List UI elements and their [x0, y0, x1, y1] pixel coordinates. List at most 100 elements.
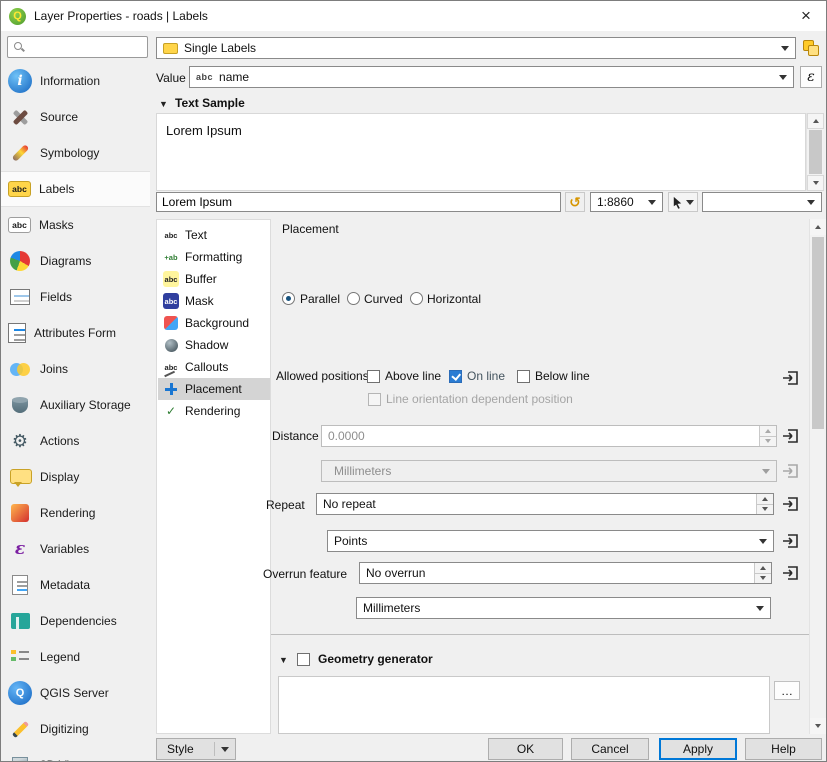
collapse-triangle-icon[interactable]: ▼	[279, 655, 288, 665]
sidebar-item-3d-view[interactable]: 3D View	[1, 747, 150, 762]
sidebar-item-rendering[interactable]: Rendering	[1, 495, 150, 531]
line-orientation-checkbox[interactable]	[368, 393, 381, 406]
sidebar-item-fields[interactable]: Fields	[1, 279, 150, 315]
help-button[interactable]: Help	[745, 738, 822, 760]
data-defined-override-icon	[781, 462, 801, 480]
scroll-thumb[interactable]	[812, 237, 824, 429]
tab-mask[interactable]: abcMask	[158, 290, 270, 312]
scroll-down-button[interactable]	[807, 175, 824, 191]
cancel-button[interactable]: Cancel	[571, 738, 649, 760]
repeat-units-override-button[interactable]	[779, 530, 803, 552]
apply-button[interactable]: Apply	[659, 738, 737, 760]
curved-radio-label: Curved	[364, 292, 403, 306]
sidebar-item-labels[interactable]: abcLabels	[1, 171, 150, 207]
distance-units-combo[interactable]: Millimeters	[321, 460, 777, 482]
background-tab-icon	[164, 316, 178, 330]
chevron-down-icon	[221, 747, 229, 752]
rendering-icon	[11, 504, 29, 522]
sidebar-item-variables[interactable]: εVariables	[1, 531, 150, 567]
overrun-spin-buttons[interactable]	[754, 563, 771, 583]
repeat-units-combo[interactable]: Points	[327, 530, 774, 552]
overrun-feature-label: Overrun feature	[263, 567, 347, 581]
map-tool-split-button[interactable]	[668, 192, 698, 212]
sidebar-item-diagrams[interactable]: Diagrams	[1, 243, 150, 279]
three-d-view-icon	[12, 757, 28, 762]
cursor-icon	[671, 196, 684, 209]
sidebar-item-joins[interactable]: Joins	[1, 351, 150, 387]
overrun-override-button[interactable]	[779, 562, 803, 584]
overrun-units-combo[interactable]: Millimeters	[356, 597, 771, 619]
tab-background[interactable]: Background	[158, 312, 270, 334]
label-settings-tabs: abcText +abFormatting abcBuffer abcMask …	[156, 219, 271, 734]
on-line-checkbox[interactable]	[449, 370, 462, 383]
tab-buffer[interactable]: abcBuffer	[158, 268, 270, 290]
scroll-thumb[interactable]	[809, 130, 822, 174]
distance-spin-buttons[interactable]	[759, 426, 776, 446]
data-defined-override-icon	[781, 564, 801, 582]
scale-combo[interactable]: 1:8860	[590, 192, 663, 212]
tab-rendering[interactable]: ✓Rendering	[158, 400, 270, 422]
curved-radio[interactable]	[347, 292, 360, 305]
reset-sample-button[interactable]: ↺	[565, 192, 585, 212]
sidebar-item-attributes-form[interactable]: Attributes Form	[1, 315, 150, 351]
automated-placement-button[interactable]	[800, 37, 822, 59]
sidebar-item-dependencies[interactable]: Dependencies	[1, 603, 150, 639]
geometry-generator-expression-area[interactable]	[278, 676, 770, 734]
distance-spinbox[interactable]: 0.0000	[321, 425, 777, 447]
repeat-override-button[interactable]	[779, 493, 803, 515]
sidebar-item-actions[interactable]: ⚙Actions	[1, 423, 150, 459]
sample-scrollbar[interactable]	[806, 113, 823, 191]
title-bar: Q Layer Properties - roads | Labels	[1, 1, 826, 31]
scroll-down-button[interactable]	[810, 718, 826, 734]
reset-icon: ↺	[569, 194, 581, 211]
allowed-positions-override-button[interactable]	[779, 367, 803, 389]
sidebar-item-masks[interactable]: abcMasks	[1, 207, 150, 243]
sidebar-item-legend[interactable]: Legend	[1, 639, 150, 675]
placement-scrollbar[interactable]	[809, 219, 825, 734]
data-defined-override-icon	[781, 532, 801, 550]
tab-callouts[interactable]: abcCallouts	[158, 356, 270, 378]
label-mode-combo[interactable]: Single Labels	[156, 37, 796, 59]
repeat-spinbox[interactable]: No repeat	[316, 493, 774, 515]
tab-formatting[interactable]: +abFormatting	[158, 246, 270, 268]
above-line-checkbox[interactable]	[367, 370, 380, 383]
tab-placement[interactable]: Placement	[158, 378, 270, 400]
parallel-radio[interactable]	[282, 292, 295, 305]
below-line-checkbox[interactable]	[517, 370, 530, 383]
distance-override-button[interactable]	[779, 425, 803, 447]
sidebar-item-auxiliary-storage[interactable]: Auxiliary Storage	[1, 387, 150, 423]
sidebar-item-display[interactable]: Display	[1, 459, 150, 495]
allowed-positions-label: Allowed positions	[276, 369, 369, 383]
sidebar-item-qgis-server[interactable]: QQGIS Server	[1, 675, 150, 711]
scroll-up-button[interactable]	[810, 219, 826, 235]
sidebar-item-information[interactable]: iInformation	[1, 63, 150, 99]
formatting-tab-icon: +ab	[163, 249, 179, 265]
overrun-spinbox[interactable]: No overrun	[359, 562, 772, 584]
search-input[interactable]	[29, 40, 139, 54]
sidebar-item-source[interactable]: Source	[1, 99, 150, 135]
scroll-up-button[interactable]	[807, 113, 824, 129]
horizontal-radio[interactable]	[410, 292, 423, 305]
font-preview-combo[interactable]	[702, 192, 822, 212]
sidebar: iInformation Source Symbology abcLabels …	[1, 63, 150, 762]
buffer-tab-icon: abc	[163, 271, 179, 287]
distance-units-override-button[interactable]	[779, 460, 803, 482]
geometry-generator-checkbox[interactable]	[297, 653, 310, 666]
repeat-spin-buttons[interactable]	[756, 494, 773, 514]
tab-text[interactable]: abcText	[158, 224, 270, 246]
geometry-generator-ellipsis-button[interactable]: …	[774, 681, 800, 700]
sidebar-item-digitizing[interactable]: Digitizing	[1, 711, 150, 747]
collapse-triangle-icon[interactable]: ▼	[159, 99, 168, 109]
sample-text-input[interactable]	[156, 192, 561, 212]
ok-button[interactable]: OK	[488, 738, 563, 760]
sidebar-item-symbology[interactable]: Symbology	[1, 135, 150, 171]
sidebar-item-metadata[interactable]: Metadata	[1, 567, 150, 603]
style-split-button[interactable]: Style	[156, 738, 236, 760]
placement-panel-title: Placement	[282, 222, 339, 236]
variables-icon: ε	[8, 537, 32, 561]
value-combo[interactable]: abc name	[189, 66, 794, 88]
close-icon[interactable]: ×	[794, 5, 818, 27]
display-icon	[8, 465, 32, 489]
expression-builder-button[interactable]: ε	[800, 66, 822, 88]
tab-shadow[interactable]: Shadow	[158, 334, 270, 356]
